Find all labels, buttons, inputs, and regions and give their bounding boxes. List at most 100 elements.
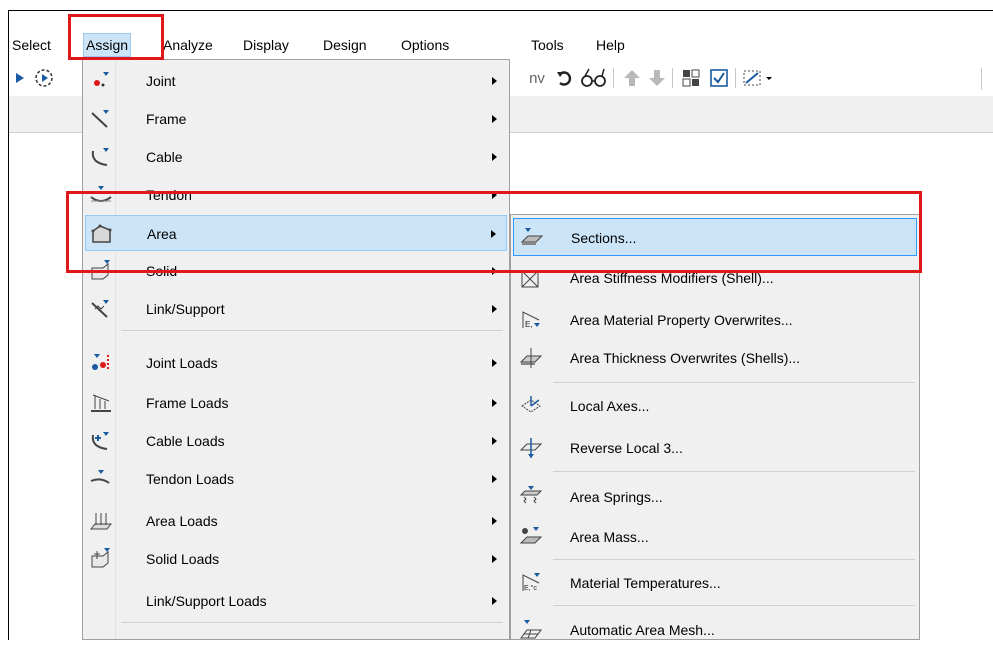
menu-item-tendon-loads[interactable]: Tendon Loads (85, 461, 507, 497)
submenu-arrow-icon (492, 555, 497, 563)
toolbar-separator (981, 68, 982, 90)
menu-item-label: Area (147, 226, 177, 242)
submenu-item-area-springs[interactable]: Area Springs... (513, 478, 917, 516)
joint-icon (89, 69, 113, 93)
move-down-icon[interactable] (646, 66, 668, 90)
menu-display[interactable]: Display (241, 34, 291, 56)
area-icon (90, 222, 114, 246)
menu-item-area-loads[interactable]: Area Loads (85, 503, 507, 539)
submenu-arrow-icon (492, 475, 497, 483)
toolbar-separator (613, 68, 614, 88)
submenu-arrow-icon (492, 305, 497, 313)
cable-icon (89, 145, 113, 169)
menu-separator (553, 382, 915, 383)
menu-item-label: Joint (146, 73, 176, 89)
menu-item-label: Cable Loads (146, 433, 225, 449)
submenu-item-label: Area Mass... (570, 529, 649, 545)
material-temperatures-icon: E,°c (519, 571, 543, 595)
menu-item-label: Tendon Loads (146, 471, 234, 487)
svg-text:E,: E, (525, 320, 533, 329)
submenu-item-label: Sections... (571, 230, 637, 246)
menu-item-link-support-loads[interactable]: Link/Support Loads (85, 583, 507, 619)
stiffness-modifiers-icon (519, 266, 543, 290)
submenu-item-auto-mesh[interactable]: Automatic Area Mesh... (513, 611, 917, 649)
auto-mesh-icon (519, 618, 543, 642)
solid-icon (89, 259, 113, 283)
menu-separator (553, 559, 915, 560)
submenu-item-thickness-overwrites[interactable]: Area Thickness Overwrites (Shells)... (513, 339, 917, 377)
menu-design[interactable]: Design (321, 34, 369, 56)
menu-item-label: Link/Support (146, 301, 225, 317)
menu-options[interactable]: Options (399, 34, 451, 56)
menu-item-joint-loads[interactable]: Joint Loads (85, 345, 507, 381)
submenu-arrow-icon (492, 359, 497, 367)
menu-item-label: Area Loads (146, 513, 218, 529)
menu-item-cable[interactable]: Cable (85, 139, 507, 175)
menu-item-joint[interactable]: Joint (85, 63, 507, 99)
menu-separator (553, 471, 915, 472)
menu-separator (121, 622, 503, 623)
submenu-arrow-icon (491, 230, 496, 238)
menu-select[interactable]: Select (10, 34, 53, 56)
submenu-item-stiffness-modifiers[interactable]: Area Stiffness Modifiers (Shell)... (513, 259, 917, 297)
menu-item-label: Cable (146, 149, 183, 165)
menu-item-cable-loads[interactable]: Cable Loads (85, 423, 507, 459)
solid-loads-icon (89, 547, 113, 571)
glasses-icon[interactable] (579, 66, 609, 90)
reverse-local-icon (519, 436, 543, 460)
submenu-item-label: Automatic Area Mesh... (570, 622, 715, 638)
submenu-item-reverse-local[interactable]: Reverse Local 3... (513, 429, 917, 467)
submenu-arrow-icon (492, 517, 497, 525)
menu-analyze[interactable]: Analyze (161, 34, 215, 56)
submenu-item-local-axes[interactable]: Local Axes... (513, 387, 917, 425)
nv-label[interactable]: nv (524, 66, 550, 90)
menu-item-link-support[interactable]: Link/Support (85, 291, 507, 327)
submenu-arrow-icon (492, 597, 497, 605)
thickness-overwrites-icon (519, 346, 543, 370)
toolbar-separator (735, 68, 736, 88)
submenu-item-label: Local Axes... (570, 398, 650, 414)
submenu-arrow-icon (492, 191, 497, 199)
menu-item-solid[interactable]: Solid (85, 253, 507, 289)
menu-item-tendon[interactable]: Tendon (85, 177, 507, 213)
area-loads-icon (89, 509, 113, 533)
play-icon[interactable] (13, 66, 27, 90)
submenu-item-label: Area Stiffness Modifiers (Shell)... (570, 270, 774, 286)
submenu-item-label: Area Springs... (570, 489, 663, 505)
submenu-item-material-temperatures[interactable]: E,°c Material Temperatures... (513, 564, 917, 602)
menu-assign[interactable]: Assign (83, 33, 132, 57)
menu-item-area[interactable]: Area (85, 215, 507, 251)
assign-menu: Joint Frame Cable Tendon Area Solid Link… (82, 59, 510, 640)
menu-tools[interactable]: Tools (529, 34, 566, 56)
material-overwrites-icon: E, (519, 308, 543, 332)
submenu-item-area-mass[interactable]: Area Mass... (513, 518, 917, 556)
link-support-icon (89, 297, 113, 321)
submenu-item-material-overwrites[interactable]: E, Area Material Property Overwrites... (513, 301, 917, 339)
tendon-loads-icon (89, 467, 113, 491)
menu-item-label: Solid (146, 263, 178, 279)
run-step-icon[interactable] (33, 66, 55, 90)
move-up-icon[interactable] (621, 66, 643, 90)
menu-item-label: Frame Loads (146, 395, 229, 411)
menu-item-frame-loads[interactable]: Frame Loads (85, 385, 507, 421)
cable-loads-icon (89, 429, 113, 453)
local-axes-icon (519, 394, 543, 418)
joint-loads-icon (89, 351, 113, 375)
frame-icon (89, 107, 113, 131)
submenu-arrow-icon (492, 153, 497, 161)
submenu-item-label: Reverse Local 3... (570, 440, 683, 456)
tendon-icon (89, 183, 113, 207)
submenu-item-sections[interactable]: Sections... (513, 218, 917, 256)
submenu-arrow-icon (492, 437, 497, 445)
menu-help[interactable]: Help (594, 34, 627, 56)
menu-item-label: Tendon (146, 187, 192, 203)
checkbox-icon[interactable] (707, 66, 731, 90)
menu-item-frame[interactable]: Frame (85, 101, 507, 137)
selection-dropdown-icon[interactable] (742, 66, 776, 90)
undo-rotate-icon[interactable] (554, 66, 576, 90)
menu-separator (553, 605, 915, 606)
menu-separator (121, 330, 503, 331)
submenu-item-label: Area Material Property Overwrites... (570, 312, 793, 328)
menu-item-solid-loads[interactable]: Solid Loads (85, 541, 507, 577)
grid-select-icon[interactable] (679, 66, 703, 90)
